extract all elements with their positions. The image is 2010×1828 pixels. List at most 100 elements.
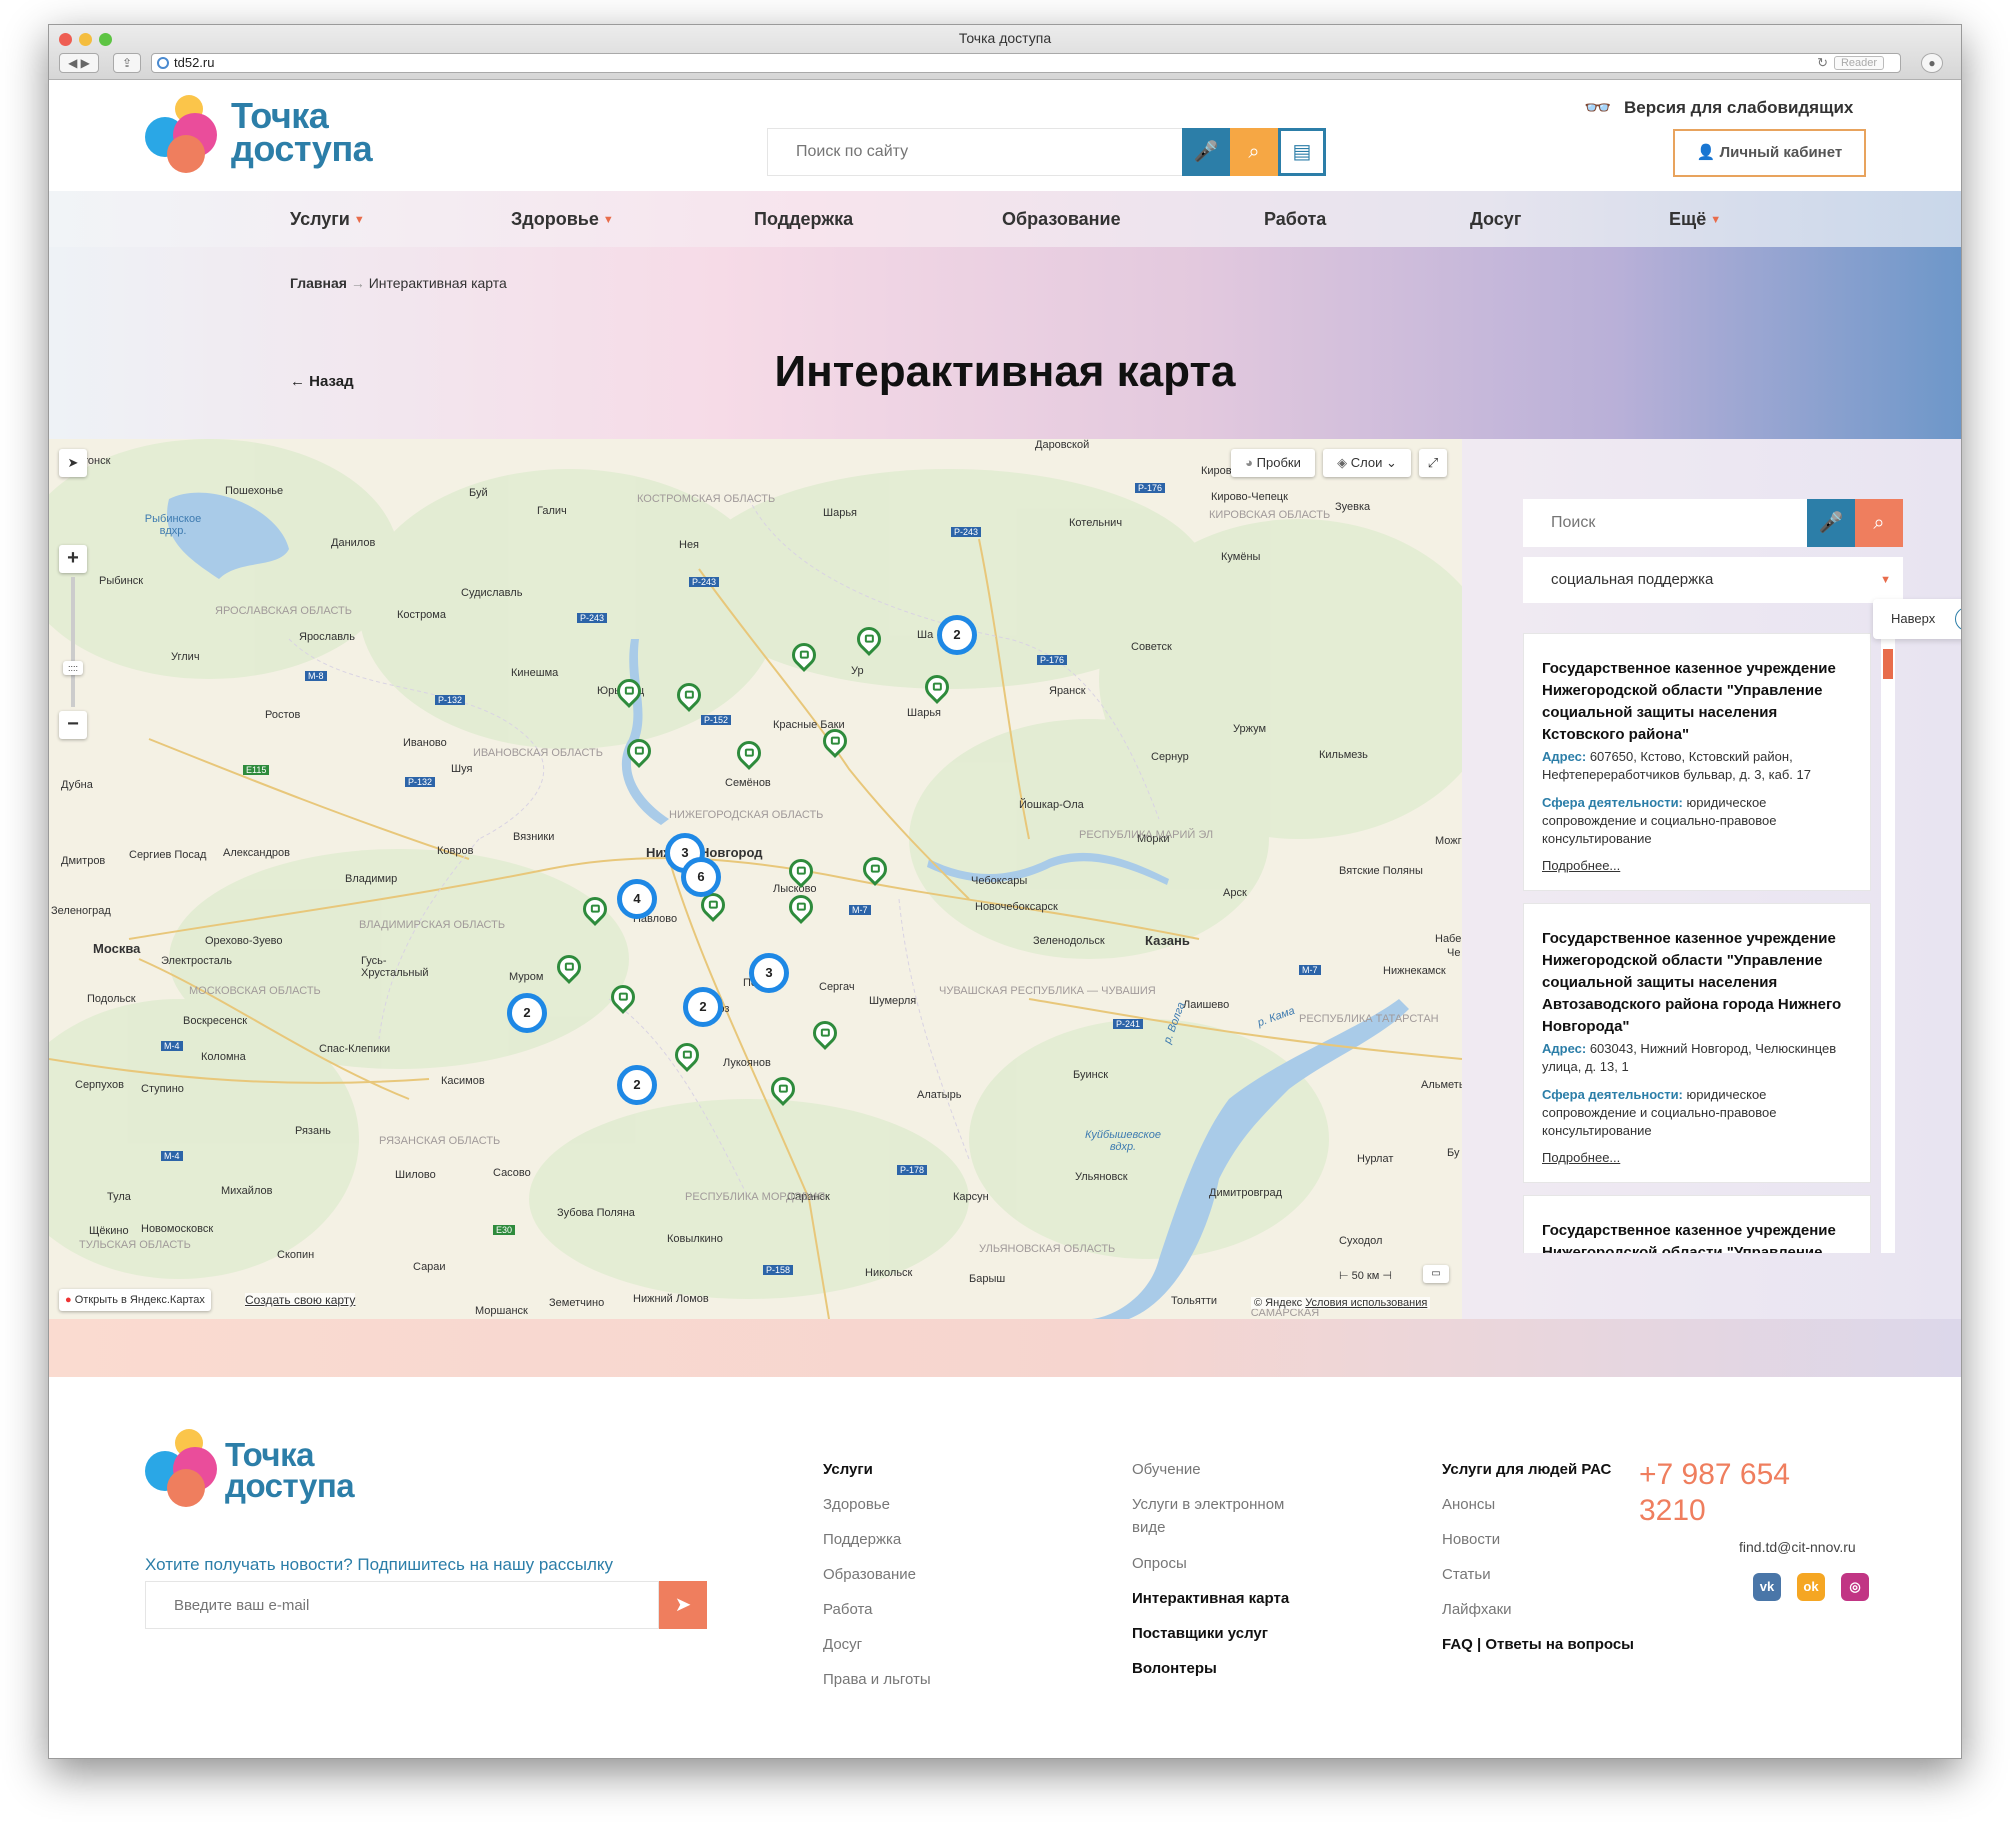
map-cluster[interactable]: 4 [617,879,657,919]
nav-item-more[interactable]: Ещё ▼ [1669,209,1721,230]
subscribe-text: Хотите получать новости? Подпишитесь на … [145,1555,614,1574]
road-badge: P-241 [1113,1019,1144,1029]
site-logo[interactable]: Точка доступа [145,95,405,185]
open-in-yandex-button[interactable]: ● Открыть в Яндекс.Картах [59,1289,211,1311]
footer-link[interactable]: Новости [1442,1531,1500,1548]
footer-link[interactable]: Лайфхаки [1442,1601,1512,1618]
building-icon [684,690,694,699]
map-cluster[interactable]: 2 [507,993,547,1033]
footer-phone[interactable]: +7 987 654 3210 [1639,1457,1819,1529]
nav-item-work[interactable]: Работа [1264,209,1326,230]
zoom-slider-track[interactable] [71,577,75,707]
footer-email[interactable]: find.td@cit-nnov.ru [1739,1539,1856,1555]
footer-link[interactable]: FAQ | Ответы на вопросы [1442,1636,1634,1653]
footer-link[interactable]: Интерактивная карта [1132,1590,1289,1607]
user-icon: 👤 [1696,144,1716,161]
map-label: Орехово-Зуево [205,935,283,947]
search-button[interactable]: ⌕ [1230,128,1278,176]
zoom-out-button[interactable]: − [59,711,87,739]
footer-link[interactable]: Права и льготы [823,1671,931,1688]
create-map-link[interactable]: Создать свою карту [245,1293,356,1307]
sidebar-voice-button[interactable]: 🎤 [1807,499,1855,547]
map-label: Пошехонье [225,485,284,497]
vk-icon[interactable]: vk [1753,1573,1781,1601]
footer-logo[interactable]: Точка доступа [145,1429,405,1519]
layers-button[interactable]: ◈ Слои ⌄ [1323,449,1411,477]
reload-icon[interactable]: ↻ [1817,54,1828,72]
map-label: Александров [223,847,290,859]
building-icon [799,650,809,659]
map-label: Шилово [395,1169,436,1181]
fullscreen-button[interactable]: ⤢ [1419,449,1447,477]
footer-link[interactable]: Обучение [1132,1461,1201,1478]
footer-link[interactable]: Работа [823,1601,873,1618]
footer-link[interactable]: Образование [823,1566,916,1583]
map-cluster[interactable]: 3 [749,953,789,993]
odnoklassniki-icon[interactable]: ok [1797,1573,1825,1601]
subscribe-button[interactable]: ➤ [659,1581,707,1629]
terms-link[interactable]: Условия использования [1305,1297,1427,1309]
card-more-link[interactable]: Подробнее... [1542,1150,1852,1165]
map-cluster[interactable]: 2 [617,1065,657,1105]
site-header: Точка доступа 🎤 ⌕ ▤ 👓 Версия для слабовид… [49,81,1961,191]
address-bar[interactable]: td52.ru ↻ Reader [151,53,1901,73]
card-more-link[interactable]: Подробнее... [1542,858,1852,873]
list-scrollbar-thumb[interactable] [1883,649,1893,679]
map-label: Зеленоград [51,905,111,917]
back-link[interactable]: ← Назад [290,373,354,390]
back-to-top-button[interactable]: Наверх ⌃ [1873,599,1961,639]
downloads-icon[interactable]: ● [1921,53,1943,73]
personal-cabinet-button[interactable]: 👤 Личный кабинет [1673,129,1866,177]
breadcrumb-home[interactable]: Главная [290,275,347,291]
footer-link[interactable]: Досуг [823,1636,862,1653]
footer-link[interactable]: Статьи [1442,1566,1491,1583]
category-select[interactable]: социальная поддержка ▼ [1523,557,1903,603]
nav-item-leisure[interactable]: Досуг [1470,209,1521,230]
plus-icon: + [67,547,79,569]
nav-item-support[interactable]: Поддержка [754,209,853,230]
email-input[interactable] [146,1582,646,1628]
zoom-slider-handle[interactable]: :::: [63,661,83,675]
footer-link[interactable]: Услуги в электронном [1132,1496,1284,1513]
footer-link[interactable]: Поставщики услуг [1132,1625,1268,1642]
zoom-in-button[interactable]: + [59,545,87,573]
footer-link[interactable]: виде [1132,1519,1165,1536]
site: Точка доступа 🎤 ⌕ ▤ 👓 Версия для слабовид… [49,81,1961,1758]
map-label: Сараи [413,1261,446,1273]
map-label: Шуя [451,763,473,775]
traffic-button[interactable]: ◕ Пробки [1231,449,1315,477]
organization-card: Государственное казенное учреждение Ниже… [1523,903,1871,1183]
map-cluster[interactable]: 2 [937,615,977,655]
footer-link[interactable]: Опросы [1132,1555,1187,1572]
footer-link[interactable]: Здоровье [823,1496,890,1513]
map-label: Подольск [87,993,136,1005]
nav-item-health[interactable]: Здоровье ▼ [511,209,614,230]
back-forward-icon[interactable]: ◀ ▶ [59,53,99,73]
share-icon[interactable]: ⇪ [113,53,141,73]
site-search-input[interactable] [768,129,1186,175]
interactive-map[interactable]: Москва Нижний Новгород Казань Чебоксары … [49,439,1462,1319]
logo-blob-orange [167,135,205,173]
list-scrollbar[interactable] [1881,633,1895,1253]
map-label: Лаишево [1183,999,1230,1011]
geolocation-button[interactable]: ➤ [59,449,87,477]
footer-link[interactable]: Анонсы [1442,1496,1495,1513]
instagram-icon[interactable]: ◎ [1841,1573,1869,1601]
nav-item-services[interactable]: Услуги ▼ [290,209,365,230]
footer-link[interactable]: Услуги для людей РАС [1442,1461,1611,1478]
footer-link[interactable]: Услуги [823,1461,873,1478]
catalog-button[interactable]: ▤ [1278,128,1326,176]
reader-button[interactable]: Reader [1834,56,1884,70]
map-cluster[interactable]: 6 [681,857,721,897]
chevron-down-icon: ⌄ [1385,455,1397,470]
vision-impaired-link[interactable]: 👓 Версия для слабовидящих [1584,95,1853,121]
map-label: Никольск [865,1267,913,1279]
sidebar-search-input[interactable] [1523,499,1807,547]
sidebar-search-button[interactable]: ⌕ [1855,499,1903,547]
footer-link[interactable]: Волонтеры [1132,1660,1217,1677]
footer-link[interactable]: Поддержка [823,1531,901,1548]
map-cluster[interactable]: 2 [683,987,723,1027]
ruler-button[interactable]: ▭ [1423,1265,1449,1283]
voice-search-button[interactable]: 🎤 [1182,128,1230,176]
nav-item-education[interactable]: Образование [1002,209,1121,230]
